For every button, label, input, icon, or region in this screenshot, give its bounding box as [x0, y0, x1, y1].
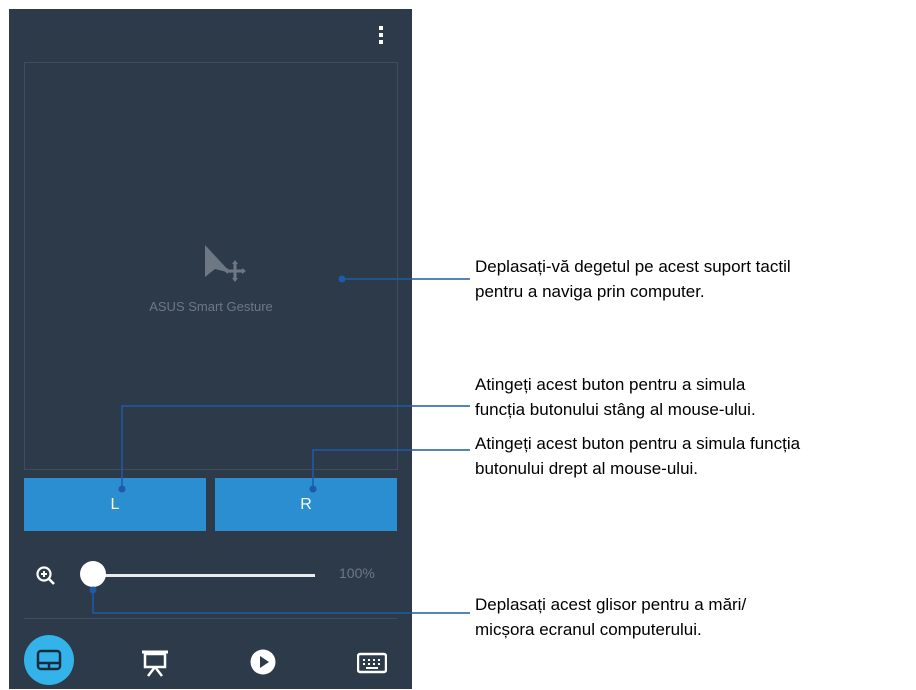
callout-text: butonului drept al mouse-ului. [475, 459, 699, 478]
callout-text: micșora ecranul computerului. [475, 620, 702, 639]
callout-text: funcția butonului stâng al mouse-ului. [475, 400, 756, 419]
callout-text: Atingeți acest buton pentru a simula fun… [475, 434, 801, 453]
callout-text: Deplasați-vă degetul pe acest suport tac… [475, 257, 791, 276]
callout-text: Atingeți acest buton pentru a simula [475, 375, 746, 394]
callout-slider: Deplasați acest glisor pentru a mări/ mi… [475, 592, 746, 642]
callout-right-button: Atingeți acest buton pentru a simula fun… [475, 431, 800, 481]
callout-text: pentru a naviga prin computer. [475, 282, 705, 301]
callout-touchpad: Deplasați-vă degetul pe acest suport tac… [475, 254, 791, 304]
callout-left-button: Atingeți acest buton pentru a simula fun… [475, 372, 756, 422]
callout-lines [89, 275, 470, 614]
callout-text: Deplasați acest glisor pentru a mări/ [475, 595, 747, 614]
